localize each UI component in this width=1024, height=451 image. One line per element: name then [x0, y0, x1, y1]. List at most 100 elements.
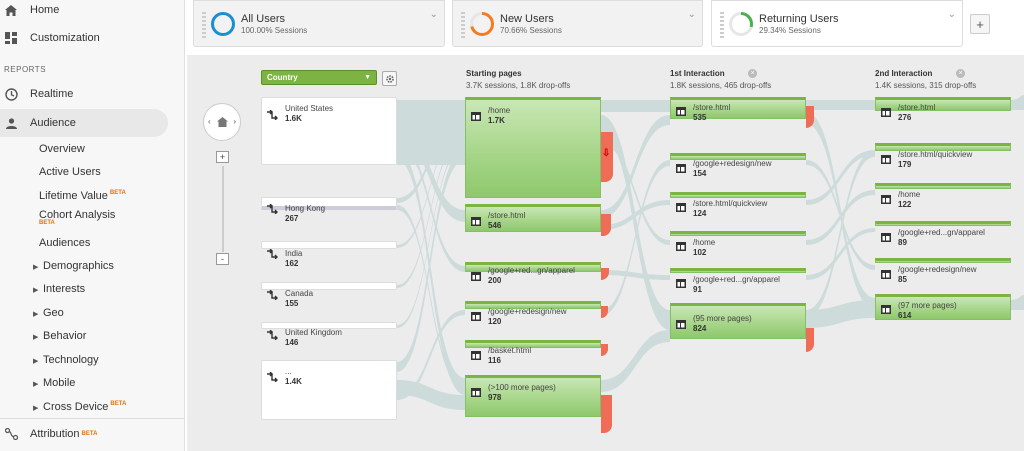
pan-right-icon[interactable]: › — [233, 117, 236, 126]
page-node[interactable]: (97 more pages) 614 — [875, 294, 1011, 320]
page-icon — [676, 203, 686, 212]
flow-arrow-icon — [267, 330, 278, 340]
page-node[interactable]: (95 more pages) 824 — [670, 303, 806, 339]
page-icon — [471, 388, 481, 397]
page-value: 824 — [693, 324, 707, 333]
column-title: 2nd Interaction — [875, 69, 933, 78]
page-value: 1.7K — [488, 116, 505, 125]
page-label: /home — [898, 190, 921, 199]
page-icon — [471, 312, 481, 321]
country-value: 1.6K — [285, 114, 302, 123]
page-label: /store.html/quickview — [898, 150, 973, 159]
page-node[interactable]: /store.html/quickview 124 — [670, 192, 806, 218]
page-node[interactable]: /home 122 — [875, 183, 1011, 209]
country-node[interactable]: United Kingdom 146 — [261, 322, 397, 347]
page-node[interactable]: /home 102 — [670, 231, 806, 257]
page-icon — [676, 279, 686, 288]
page-label: (>100 more pages) — [488, 383, 556, 392]
country-value: 1.4K — [285, 377, 302, 386]
close-icon[interactable]: × — [956, 69, 965, 78]
page-value: 124 — [693, 209, 707, 218]
page-icon — [676, 107, 686, 116]
country-node[interactable]: ... 1.4K — [261, 360, 397, 420]
country-node[interactable]: Hong Kong 267 — [261, 197, 397, 223]
pan-control[interactable]: ‹ › — [203, 103, 241, 141]
flow-arrow-icon — [267, 290, 278, 300]
page-label: (95 more pages) — [693, 314, 752, 323]
page-node[interactable]: /basket.html 116 — [465, 340, 601, 365]
page-icon — [881, 233, 891, 242]
home-icon[interactable] — [217, 117, 228, 127]
country-label: Hong Kong — [285, 204, 326, 213]
page-value: 89 — [898, 238, 907, 247]
zoom-in-button[interactable]: + — [216, 151, 229, 163]
country-value: 155 — [285, 299, 299, 308]
zoom-out-button[interactable]: - — [216, 253, 229, 265]
dropoff-indicator[interactable]: ⇩ — [601, 132, 613, 182]
page-value: 179 — [898, 160, 912, 169]
page-node[interactable]: /google+redesign/new 85 — [875, 258, 1011, 284]
page-label: (97 more pages) — [898, 301, 957, 310]
page-value: 276 — [898, 113, 912, 122]
page-node[interactable]: /home 1.7K — [465, 97, 601, 198]
column-title: Starting pages — [466, 69, 522, 78]
page-value: 200 — [488, 276, 502, 285]
country-value: 267 — [285, 214, 299, 223]
page-node[interactable]: /store.html 276 — [875, 97, 1011, 122]
page-node[interactable]: (>100 more pages) 978 — [465, 375, 601, 417]
page-icon — [881, 305, 891, 314]
dropoff-indicator[interactable] — [601, 395, 612, 433]
page-value: 535 — [693, 113, 707, 122]
page-value: 102 — [693, 248, 707, 257]
page-value: 116 — [488, 356, 501, 365]
page-icon — [676, 242, 686, 251]
country-node[interactable]: United States 1.6K — [261, 97, 397, 165]
flow-arrow-icon — [267, 249, 278, 259]
country-label: India — [285, 249, 303, 258]
column-subtitle: 3.7K sessions, 1.8K drop-offs — [466, 81, 571, 90]
page-icon — [881, 195, 891, 204]
page-value: 614 — [898, 311, 912, 320]
close-icon[interactable]: × — [748, 69, 757, 78]
page-icon — [676, 164, 686, 173]
page-value: 120 — [488, 317, 502, 326]
page-node[interactable]: /google+redesign/new 120 — [465, 301, 601, 326]
page-label: /home — [693, 238, 716, 247]
page-icon — [881, 155, 891, 164]
page-node[interactable]: /store.html 546 — [465, 204, 601, 232]
dropdown-arrow-icon: ▼ — [364, 74, 371, 81]
page-value: 122 — [898, 200, 912, 209]
settings-button[interactable] — [382, 71, 397, 86]
country-node[interactable]: Canada 155 — [261, 282, 397, 308]
country-node[interactable]: India 162 — [261, 241, 397, 268]
page-label: /google+redesign/new — [693, 159, 772, 168]
page-value: 978 — [488, 393, 502, 402]
page-icon — [471, 272, 481, 281]
zoom-slider-track[interactable] — [222, 166, 224, 252]
gear-icon — [385, 74, 394, 83]
page-label: /home — [488, 106, 511, 115]
page-node[interactable]: /google+red...gn/apparel 200 — [465, 262, 601, 285]
page-node[interactable]: /google+red...gn/apparel 91 — [670, 268, 806, 294]
country-value: 146 — [285, 338, 299, 347]
country-label: United Kingdom — [285, 328, 342, 337]
country-label: Canada — [285, 289, 314, 298]
page-value: 85 — [898, 275, 907, 284]
flow-arrow-icon — [267, 204, 278, 214]
page-node[interactable]: /store.html 535 — [670, 97, 806, 122]
page-icon — [471, 217, 481, 226]
page-label: /google+redesign/new — [898, 265, 977, 274]
page-node[interactable]: /google+redesign/new 154 — [670, 153, 806, 178]
page-label: /basket.html — [488, 346, 532, 355]
dimension-dropdown[interactable]: Country ▼ — [261, 70, 377, 85]
page-label: /store.html/quickview — [693, 199, 768, 208]
page-label: /google+redesign/new — [488, 307, 567, 316]
dimension-dropdown-label: Country — [267, 73, 298, 82]
page-label: /store.html — [898, 103, 936, 112]
country-label: ... — [285, 367, 292, 376]
page-label: /google+red...gn/apparel — [898, 228, 985, 237]
pan-left-icon[interactable]: ‹ — [208, 117, 211, 126]
page-node[interactable]: /store.html/quickview 179 — [875, 143, 1011, 169]
column-subtitle: 1.8K sessions, 465 drop-offs — [670, 81, 772, 90]
page-node[interactable]: /google+red...gn/apparel 89 — [875, 221, 1011, 247]
